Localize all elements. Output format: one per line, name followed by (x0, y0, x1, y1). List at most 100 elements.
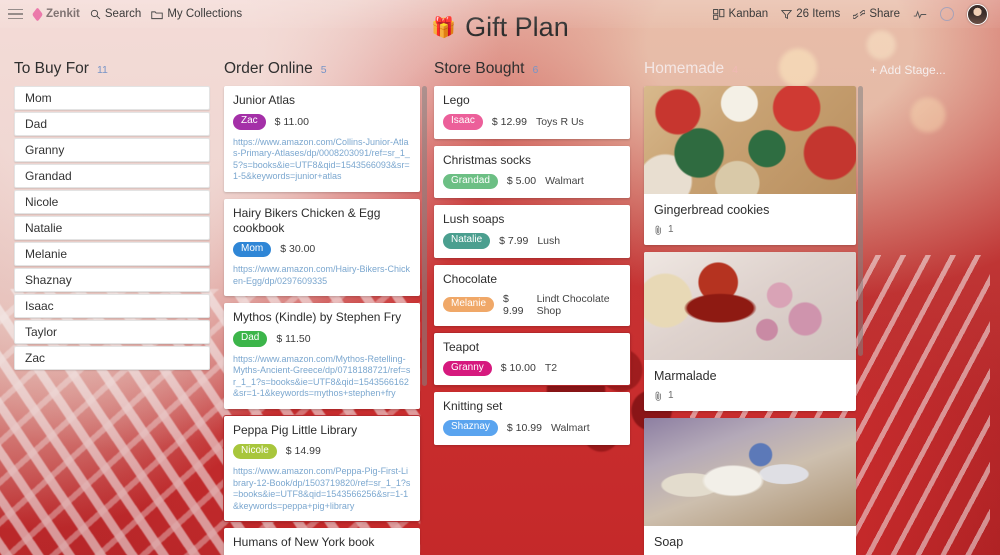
card[interactable]: Hairy Bikers Chicken & Egg cookbook Mom … (224, 198, 420, 297)
price-label: $ 9.99 (503, 292, 524, 317)
item-title: Isaac (25, 299, 54, 313)
column-header[interactable]: To Buy For 11 (14, 60, 210, 86)
card[interactable]: Junior Atlas Zac $ 11.00 https://www.ama… (224, 86, 420, 192)
member-tag[interactable]: Granny (443, 360, 492, 376)
list-item[interactable]: Dad (14, 112, 210, 136)
filter-items-button[interactable]: 26 Items (781, 8, 840, 20)
store-label: T2 (544, 362, 558, 375)
gingerbread-cookies-photo (644, 86, 856, 194)
member-tag[interactable]: Melanie (443, 296, 495, 313)
card[interactable]: Mythos (Kindle) by Stephen Fry Dad $ 11.… (224, 303, 420, 409)
item-title: Mom (25, 91, 52, 105)
filter-icon (781, 9, 793, 19)
price-label: $ 10.00 (500, 362, 536, 375)
member-tag[interactable]: Natalie (443, 233, 491, 249)
column-scrollbar[interactable] (422, 86, 427, 555)
member-tag[interactable]: Dad (233, 331, 268, 347)
member-tag[interactable]: Zac (233, 114, 266, 130)
list-item[interactable]: Taylor (14, 320, 210, 344)
member-tag[interactable]: Mom (233, 241, 272, 258)
card-title: Knitting set (443, 399, 503, 413)
share-button[interactable]: Share (853, 8, 900, 20)
card-title: Soap (654, 535, 684, 549)
card[interactable]: Chocolate Melanie $ 9.99 Lindt Chocolate… (434, 264, 630, 326)
zenkit-diamond-icon (32, 6, 43, 22)
list-item[interactable]: Melanie (14, 242, 210, 266)
attachment-count: 1 (654, 390, 846, 401)
list-item[interactable]: Shaznay (14, 268, 210, 292)
column-header[interactable]: Store Bought 6 (434, 60, 630, 86)
card[interactable]: Humans of New York book Taylor $ 17.00 h… (224, 528, 420, 555)
card[interactable]: Soap 1 (644, 418, 856, 555)
folder-icon (151, 10, 164, 19)
list-item[interactable]: Zac (14, 346, 210, 370)
attachment-count-value: 1 (668, 390, 674, 401)
card[interactable]: Knitting set Shaznay $ 10.99 Walmart (434, 392, 630, 445)
member-tag[interactable]: Nicole (233, 443, 277, 460)
card[interactable]: Lego Isaac $ 12.99 Toys R Us (434, 86, 630, 139)
brand-name: Zenkit (46, 8, 80, 20)
share-icon (853, 9, 866, 19)
marmalade-jar-photo (644, 252, 856, 360)
member-tag[interactable]: Isaac (443, 114, 483, 130)
kanban-view-button[interactable]: Kanban (712, 8, 768, 20)
bell-icon[interactable] (940, 7, 954, 21)
column-header[interactable]: Order Online 5 (224, 60, 420, 86)
search-icon (90, 9, 101, 19)
list-item[interactable]: Natalie (14, 216, 210, 240)
price-label: $ 7.99 (499, 234, 529, 247)
card-title: Chocolate (443, 271, 498, 286)
brand-logo[interactable]: Zenkit (32, 6, 80, 22)
store-label: Walmart (545, 175, 584, 188)
scrollbar-thumb[interactable] (422, 86, 427, 386)
column-count: 6 (532, 64, 539, 76)
activity-icon[interactable] (913, 9, 927, 20)
hamburger-icon[interactable] (8, 8, 23, 20)
member-tag[interactable]: Grandad (443, 173, 498, 189)
product-link[interactable]: https://www.amazon.com/Peppa-Pig-First-L… (233, 466, 411, 512)
column-header[interactable]: Homemade 4 (644, 60, 856, 86)
search-button[interactable]: Search (90, 8, 141, 20)
item-title: Grandad (25, 169, 72, 183)
list-item[interactable]: Granny (14, 138, 210, 162)
card[interactable]: Gingerbread cookies 1 (644, 86, 856, 245)
card[interactable]: Lush soaps Natalie $ 7.99 Lush (434, 205, 630, 258)
card-title: Christmas socks (443, 152, 532, 167)
product-link[interactable]: https://www.amazon.com/Mythos-Retelling-… (233, 354, 411, 400)
card[interactable]: Christmas socks Grandad $ 5.00 Walmart (434, 145, 630, 198)
scrollbar-thumb[interactable] (858, 86, 863, 356)
store-label: Lindt Chocolate Shop (536, 292, 610, 317)
card-title: Peppa Pig Little Library (233, 422, 358, 437)
my-collections-button[interactable]: My Collections (151, 8, 242, 20)
add-stage-button[interactable]: + Add Stage... (870, 63, 990, 77)
items-count-label: 26 Items (796, 8, 841, 20)
item-title: Shaznay (25, 273, 72, 287)
column-scrollbar[interactable] (858, 86, 863, 555)
product-link[interactable]: https://www.amazon.com/Hairy-Bikers-Chic… (233, 264, 411, 287)
search-label: Search (104, 8, 142, 20)
item-title: Taylor (25, 325, 58, 339)
handmade-soap-photo (644, 418, 856, 526)
list-item[interactable]: Grandad (14, 164, 210, 188)
avatar[interactable] (967, 3, 988, 25)
attachment-count-value: 1 (668, 224, 674, 235)
list-item[interactable]: Nicole (14, 190, 210, 214)
list-item[interactable]: Mom (14, 86, 210, 110)
member-tag[interactable]: Shaznay (443, 420, 498, 436)
price-label: $ 10.99 (506, 421, 542, 434)
card[interactable]: Teapot Granny $ 10.00 T2 (434, 332, 630, 385)
column-body: Mom Dad Granny Grandad Nicole Natalie Me… (14, 86, 210, 370)
column-count: 5 (320, 64, 327, 76)
column-title: Order Online (224, 60, 313, 77)
item-title: Melanie (25, 247, 68, 261)
product-link[interactable]: https://www.amazon.com/Collins-Junior-At… (233, 137, 411, 183)
card-title: Gingerbread cookies (654, 203, 770, 217)
column-body: Gingerbread cookies 1 Marmalade 1 Soap (644, 86, 863, 555)
card[interactable]: Peppa Pig Little Library Nicole $ 14.99 … (224, 415, 420, 522)
price-label: $ 14.99 (285, 445, 321, 458)
column-homemade: Homemade 4 Gingerbread cookies 1 Marmala… (644, 60, 863, 555)
list-item[interactable]: Isaac (14, 294, 210, 318)
card-title: Marmalade (654, 369, 717, 383)
card[interactable]: Marmalade 1 (644, 252, 856, 411)
column-title: Homemade (644, 60, 725, 77)
